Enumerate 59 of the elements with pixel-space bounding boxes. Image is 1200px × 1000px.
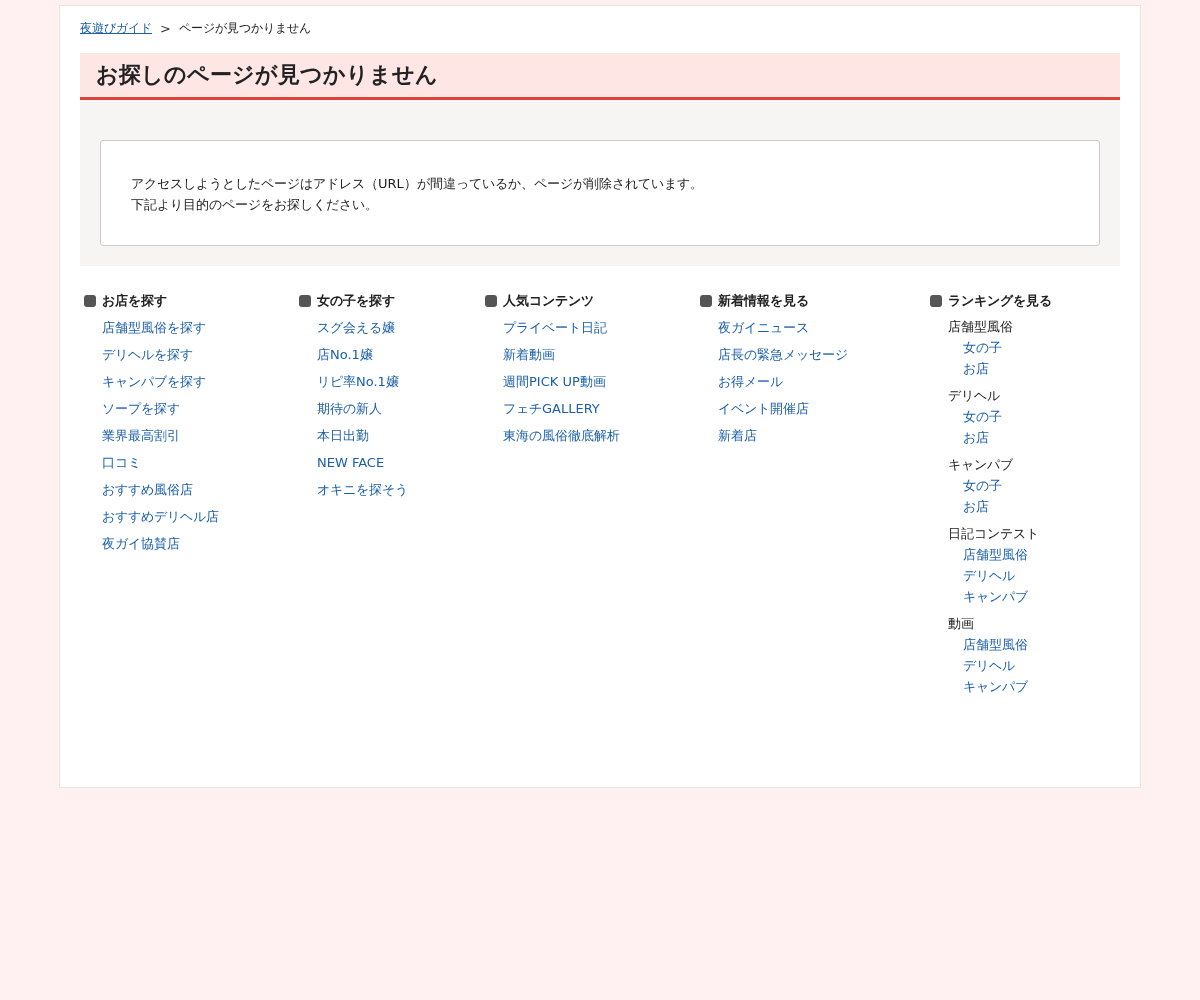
sitemap-link[interactable]: 期待の新人 [317,399,382,418]
section-heading: 女の子を探す [317,292,395,310]
group-label: キャンパブ [948,456,1013,474]
breadcrumb-link[interactable]: 夜遊びガイド [80,20,152,37]
sitemap-link[interactable]: オキニを探そう [317,480,408,499]
ranking-link[interactable]: デリヘル [948,565,1015,586]
bullet-icon [930,295,942,307]
ranking-link[interactable]: お店 [948,427,989,448]
bullet-icon [84,295,96,307]
sitemap-link[interactable]: スグ会える嬢 [317,318,395,337]
sitemap-link[interactable]: キャンパブを探す [102,372,206,391]
section-heading: 人気コンテンツ [503,292,594,310]
ranking-link[interactable]: 女の子 [948,475,1002,496]
sitemap-link[interactable]: リピ率No.1嬢 [317,372,399,391]
group-label: 店舗型風俗 [948,318,1013,336]
ranking-link[interactable]: 女の子 [948,337,1002,358]
sitemap-link[interactable]: 夜ガイニュース [718,318,809,337]
sitemap-link[interactable]: 店No.1嬢 [317,345,373,364]
sitemap-link[interactable]: 週間PICK UP動画 [503,372,606,391]
group-label: 日記コンテスト [948,525,1039,543]
sitemap-link[interactable]: 口コミ [102,453,141,472]
sitemap-link[interactable]: イベント開催店 [718,399,809,418]
ranking-link[interactable]: お店 [948,496,989,517]
bullet-icon [299,295,311,307]
sitemap-link[interactable]: NEW FACE [317,453,385,472]
sitemap-link[interactable]: 夜ガイ協賛店 [102,534,180,553]
sitemap-link[interactable]: おすすめ風俗店 [102,480,193,499]
ranking-link[interactable]: デリヘル [948,655,1015,676]
message-text: アクセスしようとしたページはアドレス（URL）が間違っているか、ページが削除されています。 [131,175,704,193]
sitemap-link[interactable]: 業界最高割引 [102,426,180,445]
sitemap-link[interactable]: 東海の風俗徹底解析 [503,426,620,445]
breadcrumb-separator: > [160,21,171,36]
ranking-link[interactable]: お店 [948,358,989,379]
sitemap-link[interactable]: 新着店 [718,426,757,445]
section-heading: お店を探す [102,292,167,310]
ranking-link[interactable]: キャンパブ [948,586,1028,607]
sitemap-link[interactable]: デリヘルを探す [102,345,193,364]
sitemap-link[interactable]: ソープを探す [102,399,180,418]
message-text: 下記より目的のページをお探しください。 [131,196,379,214]
bullet-icon [485,295,497,307]
bullet-icon [700,295,712,307]
sitemap-link[interactable]: 本日出勤 [317,426,369,445]
ranking-link[interactable]: キャンパブ [948,676,1028,697]
section-heading: 新着情報を見る [718,292,809,310]
sitemap-link[interactable]: 店長の緊急メッセージ [718,345,848,364]
sitemap-link[interactable]: 新着動画 [503,345,555,364]
ranking-link[interactable]: 店舗型風俗 [948,634,1028,655]
sitemap-link[interactable]: おすすめデリヘル店 [102,507,219,526]
section-heading: ランキングを見る [948,292,1052,310]
ranking-link[interactable]: 店舗型風俗 [948,544,1028,565]
group-label: 動画 [948,615,974,633]
sitemap-link[interactable]: フェチGALLERY [503,399,600,418]
group-label: デリヘル [948,387,1000,405]
ranking-link[interactable]: 女の子 [948,406,1002,427]
sitemap-link[interactable]: 店舗型風俗を探す [102,318,206,337]
page-heading: お探しのページが見つかりません [80,53,1120,100]
breadcrumb-current: ページが見つかりません [178,20,311,37]
sitemap-link[interactable]: プライベート日記 [503,318,607,337]
sitemap-link[interactable]: お得メール [718,372,783,391]
